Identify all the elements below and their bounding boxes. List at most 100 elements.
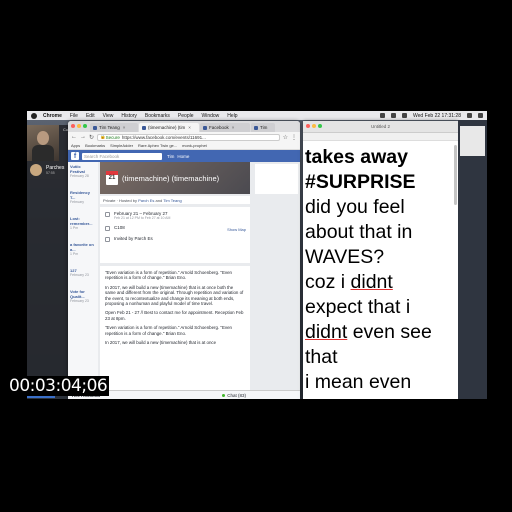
show-map-link[interactable]: Show Map xyxy=(227,227,246,232)
back-arrow-icon[interactable]: ← xyxy=(71,134,77,140)
list-item-sub: February 28 xyxy=(70,174,89,178)
menu-history[interactable]: History xyxy=(121,113,137,119)
apple-icon[interactable] xyxy=(31,112,37,119)
description-paragraph: In 2017, we will build a new (timemachin… xyxy=(105,340,217,346)
notes-line: about that in xyxy=(305,221,413,243)
list-item-sub: February 23 xyxy=(70,299,89,303)
description-paragraph: In 2017, we will build a new (timemachin… xyxy=(105,284,244,307)
list-item[interactable]: Lost: remember... 1 Pm xyxy=(70,216,96,231)
menu-file[interactable]: File xyxy=(70,113,78,119)
notes-title: Untitled 2 xyxy=(370,124,390,129)
minimize-window-icon[interactable] xyxy=(77,124,81,128)
misspelled-word: didnt xyxy=(305,321,348,343)
spotlight-icon[interactable] xyxy=(467,113,472,118)
tab-label: (timemachine) (tim xyxy=(148,125,186,130)
tab-strip: Tim Teang × (timemachine) (tim × Faceboo… xyxy=(68,121,300,132)
bookmark-monk[interactable]: monk-prophet xyxy=(182,143,207,148)
bookmark-bookmarks[interactable]: Bookmarks xyxy=(85,143,105,148)
event-invited-by[interactable]: Invited by Parch Es xyxy=(114,236,153,241)
webcam-person-body xyxy=(32,145,54,161)
menubar-clock[interactable]: Wed Feb 22 17:31:28 xyxy=(413,113,461,119)
call-duration: 57:55 xyxy=(46,171,55,175)
event-location-row: C108 xyxy=(105,225,245,231)
facebook-logo[interactable]: f xyxy=(71,152,79,160)
list-item[interactable]: a favorite on a... 1 Pm xyxy=(70,242,96,257)
online-dot-icon xyxy=(222,393,226,397)
facebook-event-page: Vutiic Festival February 28 Residency T..… xyxy=(68,162,300,399)
tab-close-icon[interactable]: × xyxy=(123,125,126,130)
list-item-title: Vutiic Festival xyxy=(70,164,85,174)
wifi-icon[interactable] xyxy=(380,113,385,118)
event-location: C108 xyxy=(114,225,125,230)
menu-edit[interactable]: Edit xyxy=(86,113,95,119)
toolbar: ← → ↻ 🔒 Secure https://www.facebook.com/… xyxy=(68,132,300,142)
secure-label: Secure xyxy=(105,134,120,140)
notes-scrollbar[interactable] xyxy=(454,145,457,205)
host-link-1[interactable]: Parch Es xyxy=(138,198,154,203)
close-window-icon[interactable] xyxy=(71,124,75,128)
notes-titlebar: Untitled 2 xyxy=(303,121,458,133)
facebook-profile-link[interactable]: Tim xyxy=(167,154,174,159)
events-left-rail: Vutiic Festival February 28 Residency T..… xyxy=(68,162,98,399)
menu-people[interactable]: People xyxy=(178,113,194,119)
zoom-window-icon[interactable] xyxy=(83,124,87,128)
tab-label: Tim xyxy=(260,125,268,130)
list-item-sub: February xyxy=(70,200,85,204)
bookmark-simpleadder[interactable]: SimpleAdder xyxy=(110,143,133,148)
notes-line: coz i didnt xyxy=(305,270,455,295)
misspelled-word: didnt xyxy=(350,271,393,293)
event-cover: 21 (timemachine) (timemachine) xyxy=(100,162,250,194)
envelope-icon xyxy=(105,237,110,242)
host-link-2[interactable]: Tim Teang xyxy=(163,198,181,203)
caller-avatar xyxy=(30,164,42,176)
tab-tim-teang[interactable]: Tim Teang × xyxy=(90,123,138,132)
tab-tim[interactable]: Tim xyxy=(251,123,275,132)
list-item[interactable]: 127 February 23 xyxy=(70,268,96,278)
list-item-sub: 1 Pm xyxy=(70,226,79,230)
facebook-favicon-icon xyxy=(254,125,258,130)
tab-close-icon[interactable]: × xyxy=(188,125,191,130)
menu-window[interactable]: Window xyxy=(202,113,220,119)
list-item[interactable]: Vutiic Festival February 28 xyxy=(70,164,96,179)
description-paragraph: "Even variation is a form of repetition.… xyxy=(105,270,232,281)
notes-line: expect that i xyxy=(305,296,411,318)
menu-view[interactable]: View xyxy=(103,113,114,119)
video-timecode: 00:03:04;06 xyxy=(7,376,110,396)
event-description: "Even variation is a form of repetition.… xyxy=(100,266,250,399)
menu-dots-icon[interactable]: ⋮ xyxy=(291,134,297,141)
forward-arrow-icon[interactable]: → xyxy=(80,134,86,140)
volume-icon[interactable] xyxy=(402,113,407,118)
menu-app-name[interactable]: Chrome xyxy=(43,113,62,119)
star-icon[interactable]: ☆ xyxy=(283,134,288,141)
facebook-search-input[interactable]: Search Facebook xyxy=(82,152,162,160)
list-item[interactable]: Residency T... February xyxy=(70,190,96,205)
chat-button[interactable]: Chat (83) xyxy=(222,393,246,398)
facebook-home-link[interactable]: Home xyxy=(177,154,189,159)
notification-center-icon[interactable] xyxy=(478,113,483,118)
facebook-favicon-icon xyxy=(142,125,146,130)
list-item[interactable]: Vote for Qualit... February 23 xyxy=(70,289,96,304)
list-item-sub: 1 Pm xyxy=(70,252,79,256)
menu-bookmarks[interactable]: Bookmarks xyxy=(145,113,170,119)
tab-label: Facebook xyxy=(209,125,229,130)
calendar-icon: 21 xyxy=(106,171,118,185)
chat-label: Chat (83) xyxy=(227,392,246,398)
webcam-person-head xyxy=(37,131,49,145)
location-pin-icon xyxy=(105,226,110,231)
notes-window: Untitled 2 takes away #SURPRISE did you … xyxy=(303,121,458,399)
tab-timemachine[interactable]: (timemachine) (tim × xyxy=(139,123,199,132)
reload-icon[interactable]: ↻ xyxy=(89,134,94,141)
list-item-title: a favorite on a... xyxy=(70,242,94,252)
event-details-card: February 21 – February 27 Feb 21 at 12 P… xyxy=(100,207,250,263)
bookmark-aphex[interactable]: Rare Aphex Twin ge... xyxy=(138,143,177,148)
bookmark-apps[interactable]: Apps xyxy=(71,143,80,148)
address-bar[interactable]: 🔒 Secure https://www.facebook.com/events… xyxy=(97,133,280,141)
tab-close-icon[interactable]: × xyxy=(232,125,235,130)
tab-label: Tim Teang xyxy=(99,125,120,130)
notes-text-area[interactable]: takes away #SURPRISE did you feel about … xyxy=(305,145,455,395)
menu-help[interactable]: Help xyxy=(227,113,237,119)
list-item-title: Residency T... xyxy=(70,190,91,200)
battery-icon[interactable] xyxy=(391,113,396,118)
tab-facebook[interactable]: Facebook × xyxy=(200,123,250,132)
notes-line: takes away xyxy=(305,146,408,168)
